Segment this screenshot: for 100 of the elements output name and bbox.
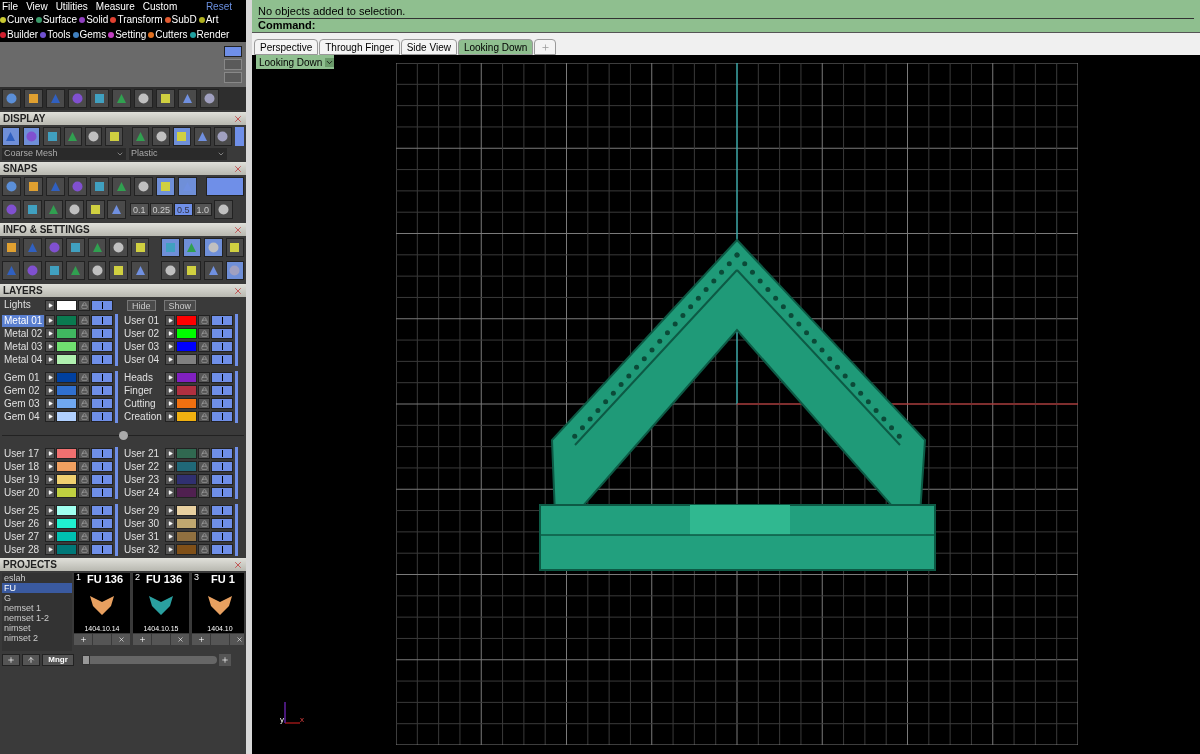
lock-button[interactable]	[78, 531, 90, 542]
project-item[interactable]: nimset	[2, 623, 72, 633]
expand-button[interactable]	[45, 487, 55, 498]
snap-value[interactable]: 0.25	[149, 203, 174, 216]
expand-button[interactable]	[165, 341, 175, 352]
layer-color-swatch[interactable]	[176, 328, 197, 339]
lock-button[interactable]	[78, 461, 90, 472]
layer-color-swatch[interactable]	[176, 411, 197, 422]
close-icon[interactable]	[233, 224, 243, 235]
manager-button[interactable]: Mngr	[42, 654, 74, 666]
tool-icon[interactable]	[225, 261, 244, 280]
layer-color-swatch[interactable]	[176, 341, 197, 352]
move-up-button[interactable]	[22, 654, 40, 666]
snap-toggle[interactable]	[206, 177, 244, 196]
lock-button[interactable]	[198, 544, 210, 555]
tool-icon[interactable]	[87, 238, 107, 257]
visibility-toggle[interactable]	[91, 487, 113, 498]
visibility-toggle[interactable]	[211, 411, 233, 422]
tool-icon[interactable]	[214, 127, 232, 146]
tool-icon[interactable]	[112, 177, 131, 196]
tool-icon[interactable]	[24, 89, 43, 108]
tool-icon[interactable]	[134, 177, 153, 196]
lock-button[interactable]	[78, 505, 90, 516]
module-tab[interactable]: Art	[198, 15, 219, 25]
menu-item[interactable]: Custom	[142, 1, 178, 12]
close-icon[interactable]	[233, 113, 243, 124]
reset-link[interactable]: Reset	[205, 1, 232, 12]
expand-button[interactable]	[45, 398, 55, 409]
lock-button[interactable]	[78, 385, 90, 396]
tool-icon[interactable]	[43, 127, 61, 146]
layer-name[interactable]: Metal 04	[2, 353, 44, 366]
visibility-toggle[interactable]	[211, 474, 233, 485]
lock-button[interactable]	[198, 448, 210, 459]
layer-name[interactable]: Metal 01	[2, 314, 44, 327]
expand-button[interactable]	[165, 544, 175, 555]
menu-item[interactable]: Measure	[95, 1, 135, 12]
layer-name[interactable]: Gem 03	[2, 397, 44, 410]
expand-button[interactable]	[165, 372, 175, 383]
layer-name[interactable]: Heads	[122, 371, 164, 384]
tool-icon[interactable]	[214, 200, 234, 219]
tool-icon[interactable]	[152, 127, 170, 146]
expand-button[interactable]	[45, 299, 55, 311]
module-tab[interactable]: Transform	[110, 15, 163, 25]
tool-icon[interactable]	[161, 238, 180, 257]
module-tab[interactable]: SubD	[164, 15, 197, 25]
lock-button[interactable]	[78, 372, 90, 383]
layer-name[interactable]: Finger	[122, 384, 164, 397]
visibility-toggle[interactable]	[91, 474, 113, 485]
expand-button[interactable]	[165, 487, 175, 498]
visibility-toggle[interactable]	[91, 315, 113, 326]
expand-button[interactable]	[165, 531, 175, 542]
lock-button[interactable]	[198, 341, 210, 352]
snap-value[interactable]: 0.1	[130, 203, 149, 216]
layer-name[interactable]: Creation	[122, 410, 164, 423]
tool-icon[interactable]	[23, 200, 42, 219]
visibility-toggle[interactable]	[211, 354, 233, 365]
layer-name[interactable]: User 29	[122, 504, 164, 517]
visibility-toggle[interactable]	[211, 487, 233, 498]
tool-icon[interactable]	[63, 127, 82, 146]
tool-icon[interactable]	[204, 261, 223, 280]
layer-color-swatch[interactable]	[56, 544, 77, 555]
visibility-toggle[interactable]	[211, 518, 233, 529]
tool-icon[interactable]	[90, 177, 109, 196]
module-tab[interactable]: Setting	[108, 30, 147, 40]
layer-color-swatch[interactable]	[56, 518, 77, 529]
tool-icon[interactable]	[90, 89, 109, 108]
visibility-toggle[interactable]	[211, 341, 233, 352]
layer-color-swatch[interactable]	[176, 544, 197, 555]
layer-name[interactable]: User 26	[2, 517, 44, 530]
lock-button[interactable]	[78, 398, 90, 409]
expand-button[interactable]	[45, 315, 55, 326]
layer-color-swatch[interactable]	[176, 461, 197, 472]
layer-color-swatch[interactable]	[176, 448, 197, 459]
layer-color-swatch[interactable]	[176, 505, 197, 516]
expand-button[interactable]	[165, 518, 175, 529]
tool-icon[interactable]	[172, 127, 191, 146]
expand-button[interactable]	[165, 461, 175, 472]
layer-name[interactable]: User 30	[122, 517, 164, 530]
module-tab[interactable]: Cutters	[148, 30, 188, 40]
visibility-toggle[interactable]	[211, 544, 233, 555]
lock-button[interactable]	[198, 328, 210, 339]
layer-color-swatch[interactable]	[56, 299, 77, 311]
tool-icon[interactable]	[86, 200, 105, 219]
expand-button[interactable]	[45, 385, 55, 396]
visibility-toggle[interactable]	[211, 505, 233, 516]
expand-button[interactable]	[45, 448, 55, 459]
layer-color-swatch[interactable]	[56, 448, 77, 459]
expand-button[interactable]	[45, 474, 55, 485]
module-tab[interactable]: Builder	[0, 30, 39, 40]
lock-button[interactable]	[78, 448, 90, 459]
visibility-toggle[interactable]	[91, 372, 113, 383]
tool-icon[interactable]	[87, 261, 107, 280]
layer-color-swatch[interactable]	[176, 385, 197, 396]
lock-button[interactable]	[78, 328, 90, 339]
layer-name[interactable]: User 21	[122, 447, 164, 460]
view-tab[interactable]: Looking Down	[457, 39, 534, 55]
lock-button[interactable]	[198, 474, 210, 485]
visibility-toggle[interactable]	[91, 341, 113, 352]
layer-name[interactable]: User 24	[122, 486, 164, 499]
lock-button[interactable]	[198, 487, 210, 498]
